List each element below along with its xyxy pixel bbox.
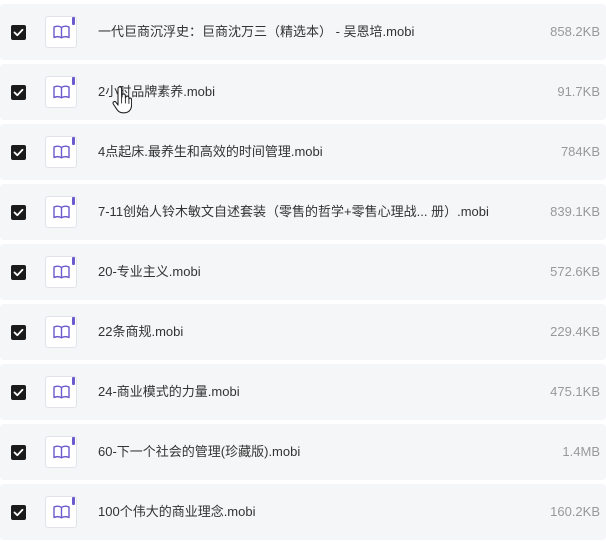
book-file-icon bbox=[45, 316, 77, 348]
row-checkbox[interactable] bbox=[11, 445, 26, 460]
file-row[interactable]: 60-下一个社会的管理(珍藏版).mobi 1.4MB bbox=[0, 424, 606, 480]
check-icon bbox=[13, 148, 24, 157]
file-name[interactable]: 60-下一个社会的管理(珍藏版).mobi bbox=[98, 424, 300, 480]
check-icon bbox=[13, 328, 24, 337]
file-size: 91.7KB bbox=[557, 84, 600, 99]
book-file-icon bbox=[45, 16, 77, 48]
file-row[interactable]: 一代巨商沉浮史：巨商沈万三（精选本） - 吴恩培.mobi 858.2KB bbox=[0, 4, 606, 60]
row-checkbox[interactable] bbox=[11, 505, 26, 520]
check-icon bbox=[13, 268, 24, 277]
book-file-icon bbox=[45, 256, 77, 288]
check-icon bbox=[13, 448, 24, 457]
check-icon bbox=[13, 88, 24, 97]
book-icon bbox=[53, 325, 70, 339]
book-icon bbox=[53, 505, 70, 519]
file-size: 784KB bbox=[560, 144, 600, 159]
file-name[interactable]: 22条商规.mobi bbox=[98, 304, 183, 360]
file-name[interactable]: 4点起床.最养生和高效的时间管理.mobi bbox=[98, 124, 323, 180]
file-name[interactable]: 7-11创始人铃木敏文自述套装（零售的哲学+零售心理战... 册）.mobi bbox=[98, 184, 489, 240]
book-file-icon bbox=[45, 496, 77, 528]
check-icon bbox=[13, 508, 24, 517]
book-icon bbox=[53, 25, 70, 39]
book-icon bbox=[53, 85, 70, 99]
file-name[interactable]: 24-商业模式的力量.mobi bbox=[98, 364, 240, 420]
book-file-icon bbox=[45, 376, 77, 408]
file-row[interactable]: 7-11创始人铃木敏文自述套装（零售的哲学+零售心理战... 册）.mobi 8… bbox=[0, 184, 606, 240]
file-name[interactable]: 20-专业主义.mobi bbox=[98, 244, 201, 300]
file-row[interactable]: 100个伟大的商业理念.mobi 160.2KB bbox=[0, 484, 606, 540]
book-icon bbox=[53, 445, 70, 459]
file-size: 858.2KB bbox=[550, 24, 600, 39]
file-row[interactable]: 22条商规.mobi 229.4KB bbox=[0, 304, 606, 360]
file-size: 572.6KB bbox=[550, 264, 600, 279]
check-icon bbox=[13, 208, 24, 217]
file-row[interactable]: 4点起床.最养生和高效的时间管理.mobi 784KB bbox=[0, 124, 606, 180]
check-icon bbox=[13, 388, 24, 397]
row-checkbox[interactable] bbox=[11, 385, 26, 400]
file-size: 475.1KB bbox=[550, 384, 600, 399]
file-size: 160.2KB bbox=[550, 504, 600, 519]
row-checkbox[interactable] bbox=[11, 145, 26, 160]
file-row[interactable]: 24-商业模式的力量.mobi 475.1KB bbox=[0, 364, 606, 420]
check-icon bbox=[13, 28, 24, 37]
file-row[interactable]: 2小时品牌素养.mobi 91.7KB bbox=[0, 64, 606, 120]
file-size: 1.4MB bbox=[562, 444, 600, 459]
book-icon bbox=[53, 265, 70, 279]
row-checkbox[interactable] bbox=[11, 85, 26, 100]
book-file-icon bbox=[45, 196, 77, 228]
file-name[interactable]: 2小时品牌素养.mobi bbox=[98, 64, 215, 120]
book-file-icon bbox=[45, 76, 77, 108]
row-checkbox[interactable] bbox=[11, 205, 26, 220]
file-size: 839.1KB bbox=[550, 204, 600, 219]
book-file-icon bbox=[45, 436, 77, 468]
book-icon bbox=[53, 145, 70, 159]
row-checkbox[interactable] bbox=[11, 265, 26, 280]
file-size: 229.4KB bbox=[550, 324, 600, 339]
book-file-icon bbox=[45, 136, 77, 168]
book-icon bbox=[53, 385, 70, 399]
file-name[interactable]: 100个伟大的商业理念.mobi bbox=[98, 484, 255, 540]
row-checkbox[interactable] bbox=[11, 325, 26, 340]
file-row[interactable]: 20-专业主义.mobi 572.6KB bbox=[0, 244, 606, 300]
file-name[interactable]: 一代巨商沉浮史：巨商沈万三（精选本） - 吴恩培.mobi bbox=[98, 4, 414, 60]
row-checkbox[interactable] bbox=[11, 25, 26, 40]
book-icon bbox=[53, 205, 70, 219]
